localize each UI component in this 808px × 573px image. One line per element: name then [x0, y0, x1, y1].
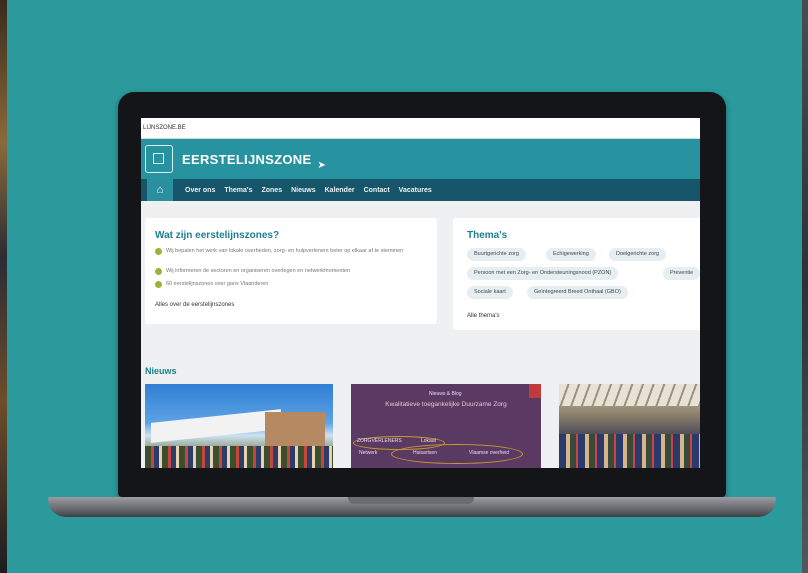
nav-item-zones[interactable]: Zones [261, 187, 282, 194]
thema-tag[interactable]: Buurtgerichte zorg [467, 248, 526, 261]
nav-item-nieuws[interactable]: Nieuws [291, 187, 316, 194]
right-edge-background [802, 0, 808, 573]
address-bar[interactable]: LIJNSZONE.BE [141, 118, 700, 139]
themas-link[interactable]: Alle thema's [467, 313, 500, 319]
intro-bullet: Wij bepalen het werk van lokale overhede… [155, 248, 425, 255]
nav-item-kalender[interactable]: Kalender [325, 187, 355, 194]
crowd-shape [145, 446, 333, 468]
themas-card: Thema's Buurtgerichte zorg Echigewerking… [453, 218, 700, 330]
house-shape [265, 412, 325, 446]
site-logo-text[interactable]: EERSTELIJNSZONE [182, 152, 311, 167]
nav-item-themas[interactable]: Thema's [224, 187, 252, 194]
home-icon[interactable]: ⌂ [147, 179, 173, 201]
thema-tag[interactable]: Geïntegreerd Breed Onthaal (GBO) [527, 286, 628, 299]
red-corner-mark [529, 384, 541, 398]
thema-tag[interactable]: Echigewerking [546, 248, 596, 261]
laptop-notch [348, 497, 474, 504]
themas-title: Thema's [467, 230, 508, 241]
diagram-label: ZORGVERLENERS [357, 438, 402, 444]
laptop-screen: LIJNSZONE.BE EERSTELIJNSZONE ➤ ⌂ Over on… [141, 118, 700, 468]
news-item-header: Nieuws & Blog [429, 391, 462, 397]
news-image-diagram[interactable]: Nieuws & Blog Kwalitatieve toegankelijke… [351, 384, 541, 468]
nav-item-over-ons[interactable]: Over ons [185, 187, 215, 194]
intro-card: Wat zijn eerstelijnszones? Wij bepalen h… [145, 218, 437, 324]
nav-item-contact[interactable]: Contact [364, 187, 390, 194]
news-image-hall[interactable] [559, 384, 700, 468]
thema-tag[interactable]: Sociale kaart [467, 286, 513, 299]
diagram-label: Lokaal [421, 438, 436, 444]
site-header: EERSTELIJNSZONE ➤ [141, 139, 700, 179]
logo-icon[interactable] [145, 145, 173, 173]
thema-tag[interactable]: Preventie [663, 267, 700, 280]
thema-tag[interactable]: Doelgerichte zorg [609, 248, 667, 261]
thema-tag[interactable]: Persoon met een Zorg- en Ondersteuningsn… [467, 267, 619, 280]
intro-link[interactable]: Alles over de eerstelijnszones [155, 302, 234, 308]
news-title: Nieuws [145, 366, 177, 376]
check-icon [155, 248, 162, 255]
intro-bullet: Wij informeren de sectoren en organisere… [155, 268, 425, 275]
left-edge-background [0, 0, 7, 573]
news-item-title: Kwalitatieve toegankelijke Duurzame Zorg [385, 401, 507, 408]
intro-bullet: 60 eerstelijnszones over gans Vlaanderen [155, 281, 425, 288]
intro-title: Wat zijn eerstelijnszones? [155, 230, 280, 241]
crowd-shape [559, 434, 700, 468]
check-icon [155, 268, 162, 275]
main-nav: ⌂ Over ons Thema's Zones Nieuws Kalender… [141, 179, 700, 201]
nav-item-vacatures[interactable]: Vacatures [399, 187, 432, 194]
diagram-label: Netwerk [359, 450, 378, 456]
mouse-cursor-icon: ➤ [317, 159, 326, 171]
diagram-label: Vlaamse overheid [469, 450, 510, 456]
news-image-market[interactable] [145, 384, 333, 468]
tent-shape [151, 409, 281, 443]
check-icon [155, 281, 162, 288]
roof-shape [559, 384, 700, 406]
diagram-label: Huisartsen [413, 450, 437, 456]
